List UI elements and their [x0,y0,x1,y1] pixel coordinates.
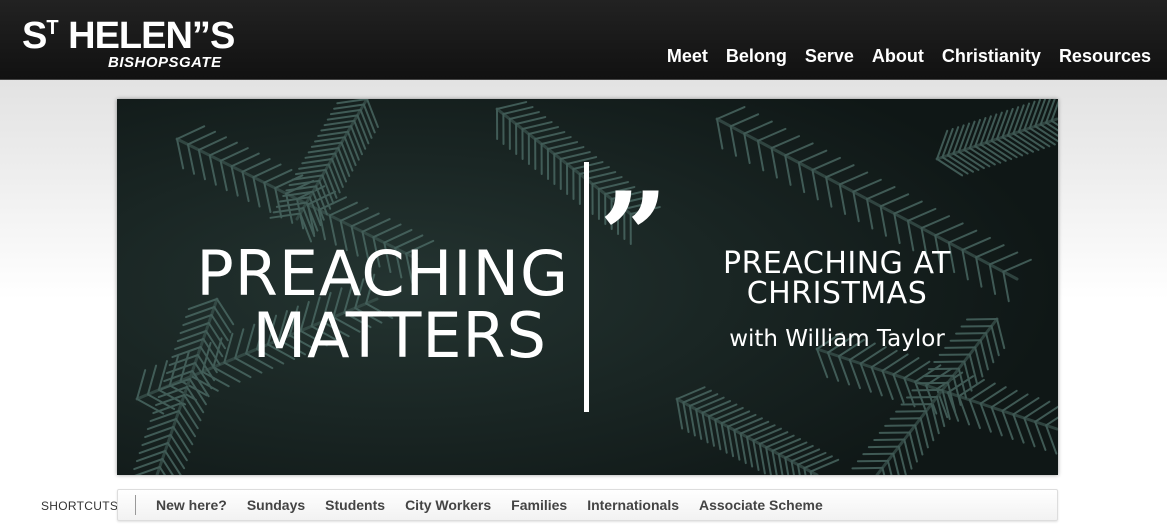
main-nav: Meet Belong Serve About Christianity Res… [649,44,1151,68]
shortcuts-separator [135,495,136,515]
shortcut-sundays[interactable]: Sundays [247,497,305,513]
shortcut-associate-scheme[interactable]: Associate Scheme [699,497,823,513]
shortcut-families[interactable]: Families [511,497,567,513]
banner-subtitle: PREACHING AT CHRISTMAS [677,249,997,309]
nav-item-resources[interactable]: Resources [1059,44,1151,68]
site-header: ST HELEN”S BISHOPSGATE Meet Belong Serve… [0,0,1167,80]
banner-title-line1: PREACHING [196,237,569,310]
nav-item-christianity[interactable]: Christianity [942,44,1041,68]
shortcuts-bar: New here? Sundays Students City Workers … [117,489,1058,521]
hero-banner[interactable]: ” PREACHING MATTERS PREACHING AT CHRISTM… [117,99,1058,475]
banner-title-line2: MATTERS [252,299,547,372]
nav-item-about[interactable]: About [872,44,924,68]
shortcut-new-here[interactable]: New here? [156,497,227,513]
nav-item-serve[interactable]: Serve [805,44,854,68]
shortcut-internationals[interactable]: Internationals [587,497,679,513]
site-logo[interactable]: ST HELEN”S BISHOPSGATE [22,8,235,71]
logo-subtitle: BISHOPSGATE [108,54,222,71]
nav-item-meet[interactable]: Meet [667,44,708,68]
shortcuts-label: SHORTCUTS [41,499,119,513]
shortcut-students[interactable]: Students [325,497,385,513]
banner-subtitle-line1: PREACHING AT [723,246,951,281]
nav-item-belong[interactable]: Belong [726,44,787,68]
banner-divider [584,162,589,412]
banner-subtitle-line2: CHRISTMAS [746,276,928,311]
logo-wordmark: ST HELEN”S [22,15,235,57]
banner-speaker: with William Taylor [729,326,945,352]
quote-mark: ” [599,166,669,307]
shortcut-city-workers[interactable]: City Workers [405,497,491,513]
